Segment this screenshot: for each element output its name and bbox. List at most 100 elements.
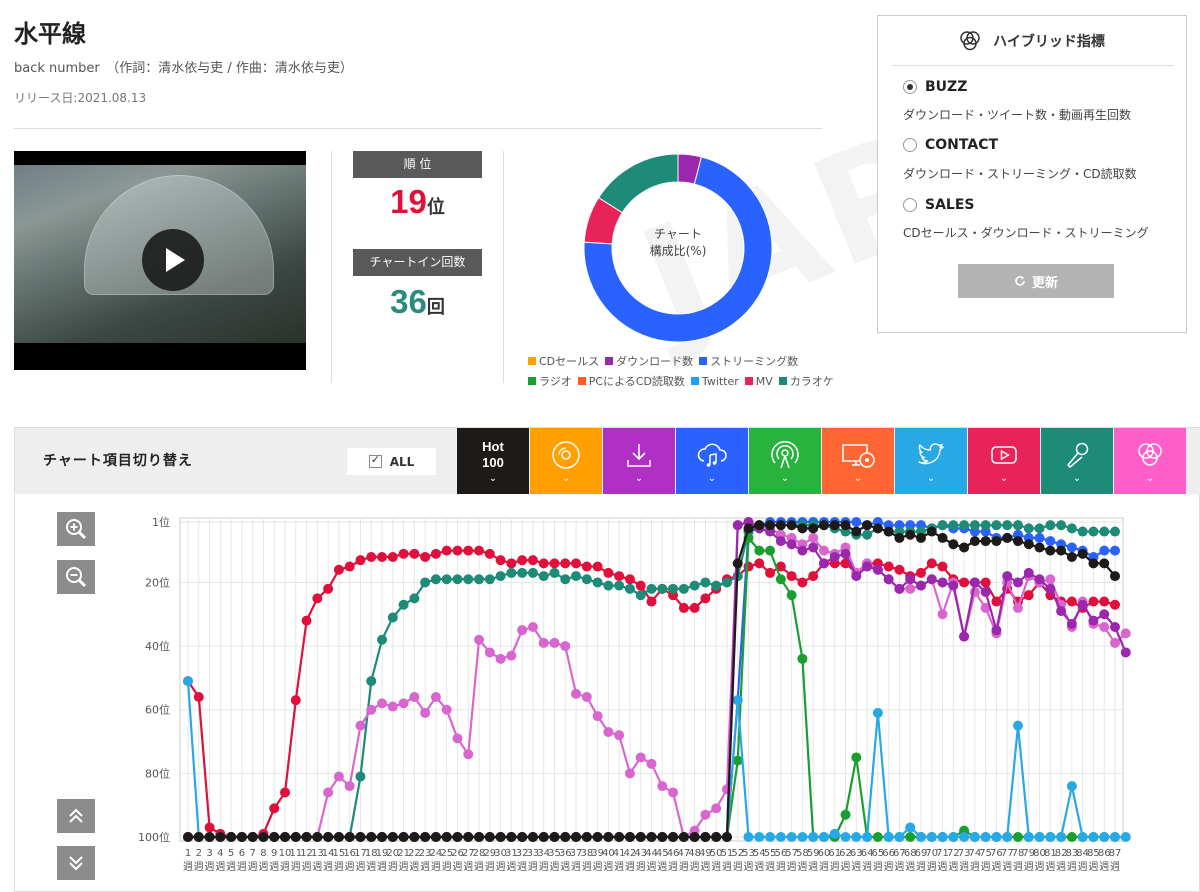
data-point[interactable] bbox=[797, 577, 808, 588]
data-point[interactable] bbox=[678, 602, 689, 613]
data-point[interactable] bbox=[1045, 536, 1056, 547]
data-point[interactable] bbox=[527, 832, 538, 842]
data-point[interactable] bbox=[808, 523, 819, 534]
data-point[interactable] bbox=[571, 558, 582, 569]
data-point[interactable] bbox=[926, 558, 937, 569]
data-point[interactable] bbox=[668, 583, 679, 594]
data-point[interactable] bbox=[657, 832, 668, 842]
data-point[interactable] bbox=[721, 784, 732, 795]
data-point[interactable] bbox=[775, 832, 786, 842]
data-point[interactable] bbox=[1023, 523, 1034, 534]
data-point[interactable] bbox=[915, 832, 926, 842]
data-point[interactable] bbox=[959, 520, 970, 531]
data-point[interactable] bbox=[474, 574, 485, 585]
data-point[interactable] bbox=[905, 832, 916, 842]
data-point[interactable] bbox=[732, 520, 743, 531]
data-point[interactable] bbox=[980, 577, 991, 588]
data-point[interactable] bbox=[1056, 832, 1067, 842]
data-point[interactable] bbox=[1034, 574, 1045, 585]
data-point[interactable] bbox=[484, 574, 495, 585]
data-point[interactable] bbox=[366, 832, 377, 842]
data-point[interactable] bbox=[1066, 832, 1077, 842]
data-point[interactable] bbox=[344, 781, 355, 792]
data-point[interactable] bbox=[474, 545, 485, 556]
data-point[interactable] bbox=[280, 787, 291, 798]
data-point[interactable] bbox=[829, 552, 840, 562]
data-point[interactable] bbox=[1066, 523, 1077, 534]
data-point[interactable] bbox=[721, 832, 732, 842]
data-point[interactable] bbox=[355, 720, 366, 731]
data-point[interactable] bbox=[441, 704, 452, 715]
radio-icon[interactable] bbox=[903, 198, 917, 212]
data-point[interactable] bbox=[506, 558, 517, 569]
data-point[interactable] bbox=[894, 583, 905, 594]
data-point[interactable] bbox=[980, 536, 991, 547]
data-point[interactable] bbox=[969, 832, 980, 842]
data-point[interactable] bbox=[959, 631, 970, 642]
data-point[interactable] bbox=[527, 555, 538, 566]
data-point[interactable] bbox=[635, 580, 646, 591]
data-point[interactable] bbox=[441, 574, 452, 585]
data-point[interactable] bbox=[614, 571, 625, 582]
data-point[interactable] bbox=[366, 704, 377, 715]
data-point[interactable] bbox=[624, 768, 635, 779]
data-point[interactable] bbox=[872, 832, 883, 842]
data-point[interactable] bbox=[463, 545, 474, 556]
data-point[interactable] bbox=[926, 526, 937, 537]
data-point[interactable] bbox=[883, 526, 894, 537]
data-point[interactable] bbox=[851, 526, 862, 537]
data-point[interactable] bbox=[915, 567, 926, 578]
data-point[interactable] bbox=[937, 832, 948, 842]
data-point[interactable] bbox=[624, 574, 635, 585]
data-point[interactable] bbox=[1056, 606, 1067, 617]
data-point[interactable] bbox=[1066, 542, 1077, 553]
data-point[interactable] bbox=[398, 698, 409, 709]
data-point[interactable] bbox=[1099, 622, 1110, 632]
data-point[interactable] bbox=[808, 542, 819, 553]
data-point[interactable] bbox=[689, 602, 700, 613]
data-point[interactable] bbox=[603, 832, 614, 842]
data-point[interactable] bbox=[797, 653, 808, 664]
data-point[interactable] bbox=[538, 571, 549, 582]
data-point[interactable] bbox=[387, 612, 398, 623]
data-point[interactable] bbox=[495, 832, 506, 842]
data-point[interactable] bbox=[775, 574, 786, 585]
data-point[interactable] bbox=[797, 545, 808, 556]
data-point[interactable] bbox=[894, 564, 905, 575]
data-point[interactable] bbox=[560, 574, 571, 585]
data-point[interactable] bbox=[851, 571, 862, 582]
data-point[interactable] bbox=[269, 832, 280, 842]
data-point[interactable] bbox=[646, 832, 657, 842]
data-point[interactable] bbox=[786, 571, 797, 582]
data-point[interactable] bbox=[711, 580, 722, 591]
data-point[interactable] bbox=[894, 832, 905, 842]
data-point[interactable] bbox=[624, 832, 635, 842]
data-point[interactable] bbox=[1045, 545, 1056, 556]
data-point[interactable] bbox=[560, 641, 571, 652]
data-point[interactable] bbox=[1066, 552, 1077, 562]
radio-icon[interactable] bbox=[903, 138, 917, 152]
data-point[interactable] bbox=[333, 771, 344, 782]
radio-buzz[interactable]: BUZZ bbox=[903, 79, 967, 95]
data-point[interactable] bbox=[1110, 526, 1120, 537]
data-point[interactable] bbox=[862, 561, 873, 572]
radio-icon[interactable] bbox=[903, 80, 917, 94]
data-point[interactable] bbox=[1099, 545, 1110, 556]
data-point[interactable] bbox=[592, 711, 603, 722]
data-point[interactable] bbox=[754, 545, 765, 556]
data-point[interactable] bbox=[1110, 599, 1120, 610]
data-point[interactable] bbox=[398, 548, 409, 559]
data-point[interactable] bbox=[215, 832, 226, 842]
data-point[interactable] bbox=[452, 733, 463, 744]
data-point[interactable] bbox=[905, 529, 916, 540]
data-point[interactable] bbox=[1045, 583, 1056, 594]
data-point[interactable] bbox=[549, 567, 560, 578]
data-point[interactable] bbox=[700, 577, 711, 588]
data-point[interactable] bbox=[743, 832, 754, 842]
data-point[interactable] bbox=[1012, 720, 1023, 731]
data-point[interactable] bbox=[1023, 590, 1034, 601]
data-point[interactable] bbox=[398, 832, 409, 842]
data-point[interactable] bbox=[991, 596, 1002, 607]
data-point[interactable] bbox=[937, 532, 948, 543]
data-point[interactable] bbox=[646, 583, 657, 594]
